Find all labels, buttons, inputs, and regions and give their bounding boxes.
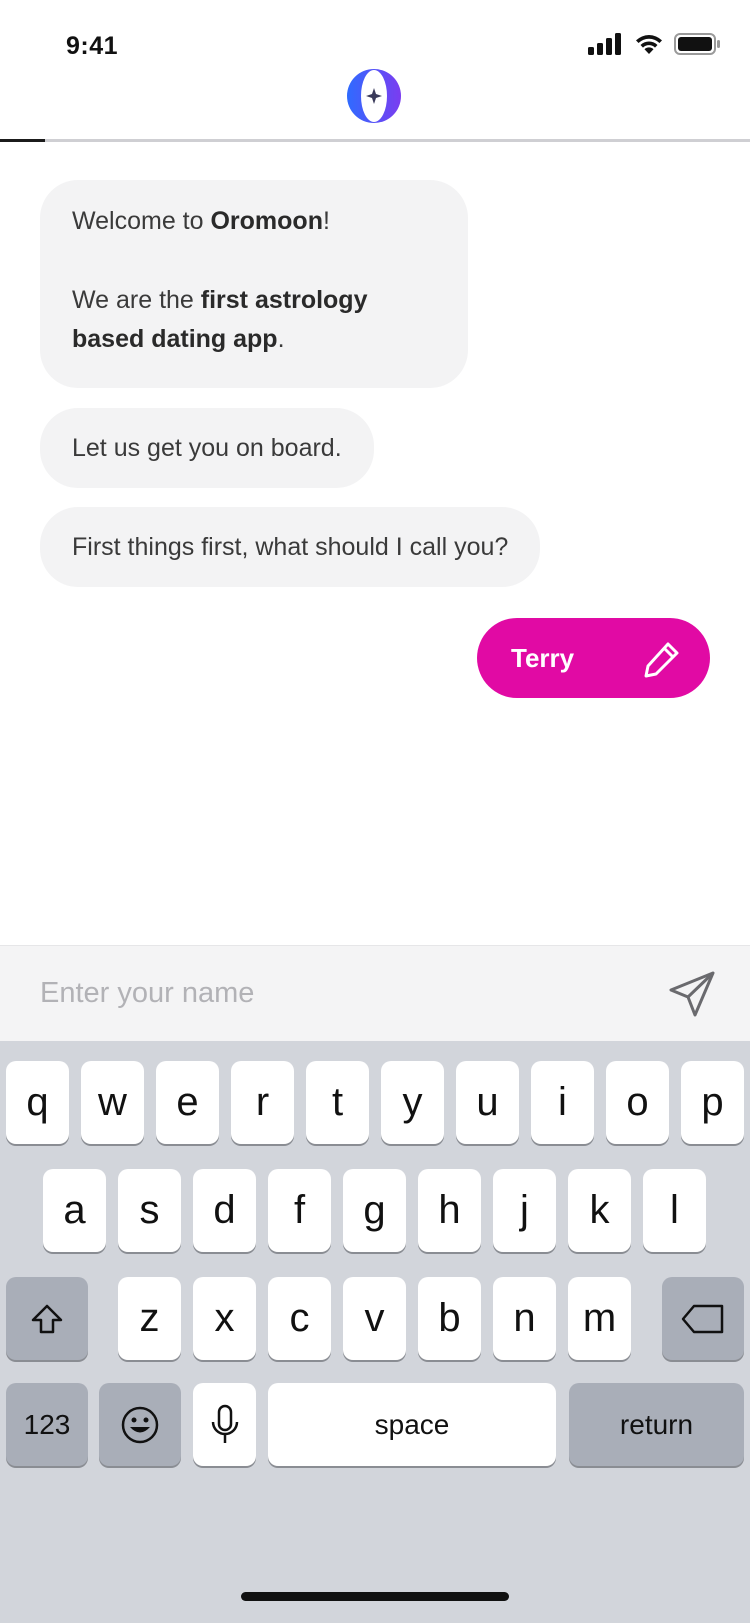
key-s[interactable]: s — [118, 1169, 181, 1252]
key-q[interactable]: q — [6, 1061, 69, 1144]
key-e[interactable]: e — [156, 1061, 219, 1144]
chat-bubble-onboard: Let us get you on board. — [40, 408, 374, 488]
key-l[interactable]: l — [643, 1169, 706, 1252]
key-c[interactable]: c — [268, 1277, 331, 1360]
name-input[interactable] — [40, 968, 640, 1018]
key-f[interactable]: f — [268, 1169, 331, 1252]
shift-key[interactable] — [6, 1277, 88, 1360]
key-a[interactable]: a — [43, 1169, 106, 1252]
key-n[interactable]: n — [493, 1277, 556, 1360]
app-name: Oromoon — [210, 207, 323, 235]
tagline-line: We are the first astrology based dating … — [72, 286, 368, 353]
key-y[interactable]: y — [381, 1061, 444, 1144]
return-key[interactable]: return — [569, 1383, 744, 1466]
keyboard: q w e r t y u i o p a s d f g h j k l z … — [0, 1041, 750, 1623]
key-u[interactable]: u — [456, 1061, 519, 1144]
send-icon[interactable] — [666, 968, 718, 1020]
key-w[interactable]: w — [81, 1061, 144, 1144]
user-reply-text: Terry — [511, 642, 575, 673]
key-p[interactable]: p — [681, 1061, 744, 1144]
key-x[interactable]: x — [193, 1277, 256, 1360]
status-time: 9:41 — [66, 32, 119, 60]
key-z[interactable]: z — [118, 1277, 181, 1360]
emoji-key[interactable] — [99, 1383, 181, 1466]
key-r[interactable]: r — [231, 1061, 294, 1144]
oromoon-logo-icon — [347, 69, 401, 123]
key-i[interactable]: i — [531, 1061, 594, 1144]
backspace-icon — [681, 1304, 724, 1333]
key-v[interactable]: v — [343, 1277, 406, 1360]
key-g[interactable]: g — [343, 1169, 406, 1252]
key-h[interactable]: h — [418, 1169, 481, 1252]
emoji-icon — [121, 1406, 159, 1443]
wifi-icon — [636, 35, 662, 54]
numbers-key[interactable]: 123 — [6, 1383, 88, 1466]
chat-bubble-question: First things first, what should I call y… — [40, 507, 541, 587]
progress-fill — [0, 139, 45, 142]
welcome-line: Welcome to Oromoon! — [72, 207, 330, 235]
key-k[interactable]: k — [568, 1169, 631, 1252]
key-j[interactable]: j — [493, 1169, 556, 1252]
chat-bubble-welcome: Welcome to Oromoon! We are the first ast… — [40, 180, 468, 388]
status-icons — [588, 33, 720, 55]
battery-icon — [674, 33, 720, 55]
pencil-icon[interactable] — [640, 637, 684, 681]
shift-icon — [31, 1304, 63, 1333]
onboarding-progress — [0, 139, 750, 142]
key-t[interactable]: t — [306, 1061, 369, 1144]
key-b[interactable]: b — [418, 1277, 481, 1360]
key-o[interactable]: o — [606, 1061, 669, 1144]
microphone-icon — [211, 1404, 238, 1443]
space-key[interactable]: space — [268, 1383, 556, 1466]
key-m[interactable]: m — [568, 1277, 631, 1360]
delete-key[interactable] — [662, 1277, 744, 1360]
user-reply-bubble[interactable]: Terry — [477, 618, 710, 698]
input-bar — [0, 945, 750, 1041]
home-indicator — [241, 1592, 509, 1601]
dictation-key[interactable] — [193, 1383, 256, 1466]
key-d[interactable]: d — [193, 1169, 256, 1252]
cellular-signal-icon — [588, 33, 621, 55]
header — [0, 60, 750, 140]
